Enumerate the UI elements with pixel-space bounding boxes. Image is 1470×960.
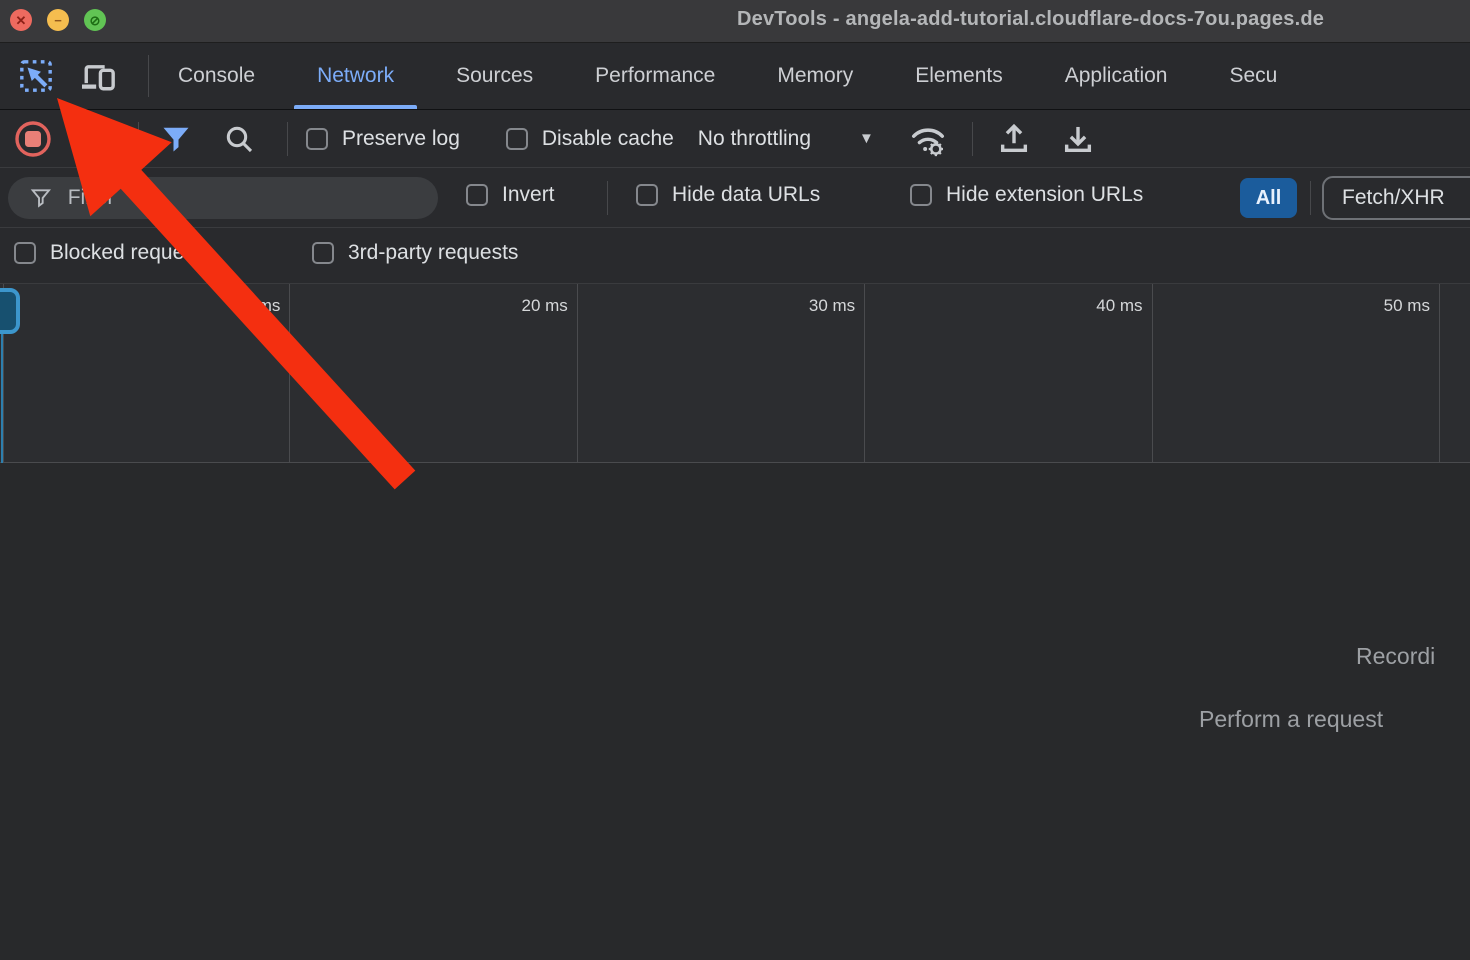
timeline-tick: 20 ms <box>290 284 577 463</box>
tab-sources[interactable]: Sources <box>425 43 564 109</box>
invert-label: Invert <box>502 183 555 207</box>
filter-input[interactable] <box>68 186 424 210</box>
filter-separator <box>1310 181 1311 215</box>
search-icon[interactable] <box>223 123 255 155</box>
tab-memory[interactable]: Memory <box>746 43 884 109</box>
preserve-log-checkbox[interactable]: Preserve log <box>306 127 460 151</box>
hide-data-urls-checkbox[interactable]: Hide data URLs <box>636 183 820 207</box>
toolbar-separator <box>972 122 973 156</box>
clear-network-log-icon[interactable] <box>84 121 120 157</box>
tab-network[interactable]: Network <box>286 43 425 109</box>
disable-cache-label: Disable cache <box>542 127 674 151</box>
network-filter-bar-row2: Blocked requests 3rd-party requests <box>0 228 1470 284</box>
tab-elements[interactable]: Elements <box>884 43 1034 109</box>
recording-status-text: Recordi <box>1356 643 1435 670</box>
filter-funnel-icon[interactable] <box>161 124 191 154</box>
devtools-tabbar: Console Network Sources Performance Memo… <box>0 43 1470 110</box>
timeline-tick: 10 ms <box>3 284 290 463</box>
zoom-window-button[interactable]: ⊘ <box>84 9 106 31</box>
preserve-log-label: Preserve log <box>342 127 460 151</box>
timeline-columns: 10 ms 20 ms 30 ms 40 ms 50 ms <box>3 284 1440 463</box>
checkbox-box[interactable] <box>466 184 488 206</box>
overview-selection-line <box>1 334 3 463</box>
toolbar-separator <box>287 122 288 156</box>
titlebar: ✕ − ⊘ DevTools - angela-add-tutorial.clo… <box>0 0 1470 43</box>
tab-performance[interactable]: Performance <box>564 43 746 109</box>
timeline-tick: 50 ms <box>1153 284 1440 463</box>
network-filter-bar: Invert Hide data URLs Hide extension URL… <box>0 168 1470 228</box>
panel-tabs: Console Network Sources Performance Memo… <box>147 43 1470 109</box>
hide-extension-urls-checkbox[interactable]: Hide extension URLs <box>910 183 1143 207</box>
tab-console[interactable]: Console <box>147 43 286 109</box>
checkbox-box[interactable] <box>910 184 932 206</box>
blocked-requests-checkbox[interactable]: Blocked requests <box>14 241 211 265</box>
invert-checkbox[interactable]: Invert <box>466 183 555 207</box>
checkbox-box[interactable] <box>312 242 334 264</box>
checkbox-box[interactable] <box>14 242 36 264</box>
inspect-element-icon[interactable] <box>18 59 54 93</box>
third-party-requests-checkbox[interactable]: 3rd-party requests <box>312 241 518 265</box>
blocked-requests-label: Blocked requests <box>50 241 211 265</box>
throttling-value: No throttling <box>698 127 811 151</box>
filter-separator <box>607 181 608 215</box>
tab-security[interactable]: Secu <box>1198 43 1308 109</box>
checkbox-box[interactable] <box>636 184 658 206</box>
request-type-chip-fetch-xhr[interactable]: Fetch/XHR <box>1322 176 1470 220</box>
chevron-down-icon: ▼ <box>859 130 874 147</box>
timeline-tick: 40 ms <box>865 284 1152 463</box>
throttling-select[interactable]: No throttling ▼ <box>698 127 874 151</box>
devtools-window: ✕ − ⊘ DevTools - angela-add-tutorial.clo… <box>0 0 1470 960</box>
hide-data-urls-label: Hide data URLs <box>672 183 820 207</box>
hide-extension-urls-label: Hide extension URLs <box>946 183 1143 207</box>
overview-selection-handle[interactable] <box>0 288 20 334</box>
checkbox-box[interactable] <box>306 128 328 150</box>
request-type-chip-all[interactable]: All <box>1240 178 1297 218</box>
filter-funnel-outline-icon <box>30 186 52 210</box>
timeline-tick: 30 ms <box>578 284 865 463</box>
perform-request-hint-text: Perform a request <box>1199 706 1383 733</box>
toolbar-separator <box>138 122 139 156</box>
window-title: DevTools - angela-add-tutorial.cloudflar… <box>737 8 1324 31</box>
network-waterfall-header: 10 ms 20 ms 30 ms 40 ms 50 ms <box>0 284 1470 463</box>
record-network-log-button[interactable] <box>14 120 52 158</box>
minimize-window-button[interactable]: − <box>47 9 69 31</box>
third-party-requests-label: 3rd-party requests <box>348 241 518 265</box>
close-window-button[interactable]: ✕ <box>10 9 32 31</box>
disable-cache-checkbox[interactable]: Disable cache <box>506 127 674 151</box>
toggle-device-toolbar-icon[interactable] <box>72 59 126 93</box>
checkbox-box[interactable] <box>506 128 528 150</box>
import-har-icon[interactable] <box>997 122 1031 156</box>
network-toolbar: Preserve log Disable cache No throttling… <box>0 110 1470 168</box>
filter-input-pill[interactable] <box>8 177 438 219</box>
network-conditions-icon[interactable] <box>908 121 948 157</box>
tab-application[interactable]: Application <box>1034 43 1199 109</box>
export-har-icon[interactable] <box>1061 122 1095 156</box>
